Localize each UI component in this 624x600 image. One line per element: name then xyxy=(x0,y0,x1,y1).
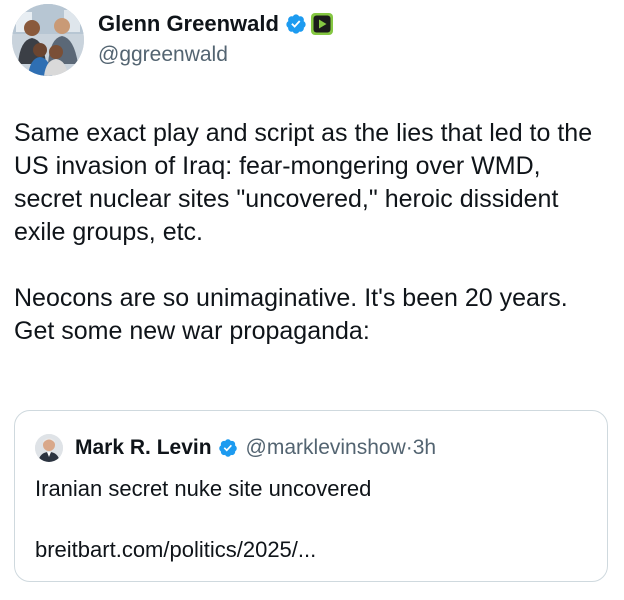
quoted-author-avatar[interactable] xyxy=(35,434,63,462)
author-avatar[interactable] xyxy=(12,4,84,76)
verified-badge-icon xyxy=(218,438,238,458)
author-name-text[interactable]: Glenn Greenwald xyxy=(98,10,279,38)
tweet-text: Same exact play and script as the lies t… xyxy=(14,117,614,348)
quoted-tweet-header: Mark R. Levin @marklevinshow · 3h xyxy=(35,433,436,463)
quoted-tweet-link[interactable]: breitbart.com/politics/2025/... xyxy=(35,535,316,565)
author-handle[interactable]: @ggreenwald xyxy=(98,41,228,69)
quoted-author-name[interactable]: Mark R. Levin xyxy=(75,436,212,460)
quoted-tweet-timestamp[interactable]: 3h xyxy=(413,436,436,460)
verified-badge-icon xyxy=(285,13,307,35)
rumble-play-icon[interactable] xyxy=(310,13,333,35)
tweet-paragraph: Same exact play and script as the lies t… xyxy=(14,119,593,246)
tweet-paragraph: Neocons are so unimaginative. It's been … xyxy=(14,284,568,345)
meta-separator: · xyxy=(405,436,413,459)
quoted-tweet-text: Iranian secret nuke site uncovered xyxy=(35,476,372,501)
quoted-tweet-card[interactable]: Mark R. Levin @marklevinshow · 3h Irania… xyxy=(14,410,608,582)
author-avatar-photo xyxy=(12,4,84,76)
quoted-author-handle[interactable]: @marklevinshow xyxy=(246,436,406,460)
author-display-name[interactable]: Glenn Greenwald xyxy=(98,10,337,38)
